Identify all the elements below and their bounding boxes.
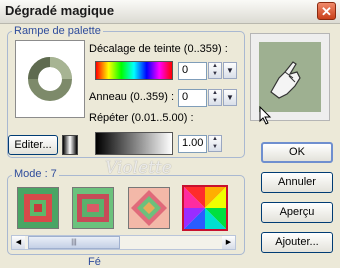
spin-up-icon[interactable]: ▲ (209, 136, 221, 143)
repeat-label: Répéter (0.01..5.00) : (89, 112, 194, 124)
scroll-grip-icon: ||| (71, 239, 77, 246)
spin-down-icon[interactable]: ▼ (209, 144, 221, 151)
scroll-right-button[interactable]: ▶ (222, 236, 235, 249)
mode-4-image (184, 187, 226, 229)
preview-button[interactable]: Aperçu (261, 202, 333, 223)
hue-spectrum-bar (95, 61, 173, 80)
add-button[interactable]: Ajouter... (261, 232, 333, 253)
hue-offset-dropdown[interactable]: ▼ (223, 62, 237, 79)
hue-offset-input[interactable]: 0 (178, 62, 207, 80)
close-button[interactable]: ✕ (317, 2, 336, 20)
mode-thumbnail-4-selected[interactable] (182, 185, 228, 231)
cancel-button[interactable]: Annuler (261, 172, 333, 193)
gradient-swatch-small[interactable] (62, 135, 78, 155)
repeat-input[interactable]: 1.00 (178, 135, 207, 153)
mode-group-label: Mode : 7 (12, 168, 59, 180)
spin-up-icon[interactable]: ▲ (209, 63, 221, 70)
mode-2-image (73, 188, 113, 228)
mode-thumbnail-2[interactable] (72, 187, 114, 229)
arrow-right-icon: ▶ (225, 239, 232, 246)
arrow-left-icon: ◀ (15, 239, 22, 246)
scroll-left-button[interactable]: ◀ (12, 236, 25, 249)
spin-down-icon[interactable]: ▼ (209, 71, 221, 78)
ring-input[interactable]: 0 (178, 89, 207, 107)
mode-thumbnail-1[interactable] (17, 187, 59, 229)
window-title: Dégradé magique (5, 3, 115, 18)
preview-image (250, 33, 330, 125)
palette-group-label: Rampe de palette (12, 25, 103, 37)
ring-dropdown[interactable]: ▼ (223, 89, 237, 106)
chevron-down-icon: ▼ (226, 66, 234, 75)
spin-up-icon[interactable]: ▲ (209, 90, 221, 97)
ring-preview-image (28, 57, 72, 101)
gradient-bar (95, 132, 173, 155)
scroll-thumb[interactable]: ||| (28, 236, 120, 249)
clipped-bottom-label: Fé (88, 256, 101, 268)
arrow-cursor-icon (259, 106, 272, 125)
ring-spinner[interactable]: ▲ ▼ (208, 89, 222, 106)
mode-3-image (129, 188, 169, 228)
spin-down-icon[interactable]: ▼ (209, 98, 221, 105)
hand-cursor-icon (270, 61, 301, 99)
preview-canvas (259, 42, 321, 112)
watermark: Violette (105, 158, 172, 178)
chevron-down-icon: ▼ (226, 93, 234, 102)
repeat-spinner[interactable]: ▲ ▼ (208, 135, 222, 152)
mode-scrollbar[interactable]: ◀ ||| ▶ (11, 235, 236, 250)
hue-offset-spinner[interactable]: ▲ ▼ (208, 62, 222, 79)
close-icon: ✕ (321, 4, 332, 19)
edit-button[interactable]: Editer... (8, 135, 58, 155)
ok-button[interactable]: OK (261, 142, 333, 163)
title-bar: Dégradé magique ✕ (0, 0, 340, 24)
mode-1-image (18, 188, 58, 228)
ring-label: Anneau (0..359) : (89, 91, 175, 103)
mode-thumbnail-3[interactable] (128, 187, 170, 229)
ring-preview (15, 40, 85, 118)
hue-offset-label: Décalage de teinte (0..359) : (89, 43, 228, 55)
